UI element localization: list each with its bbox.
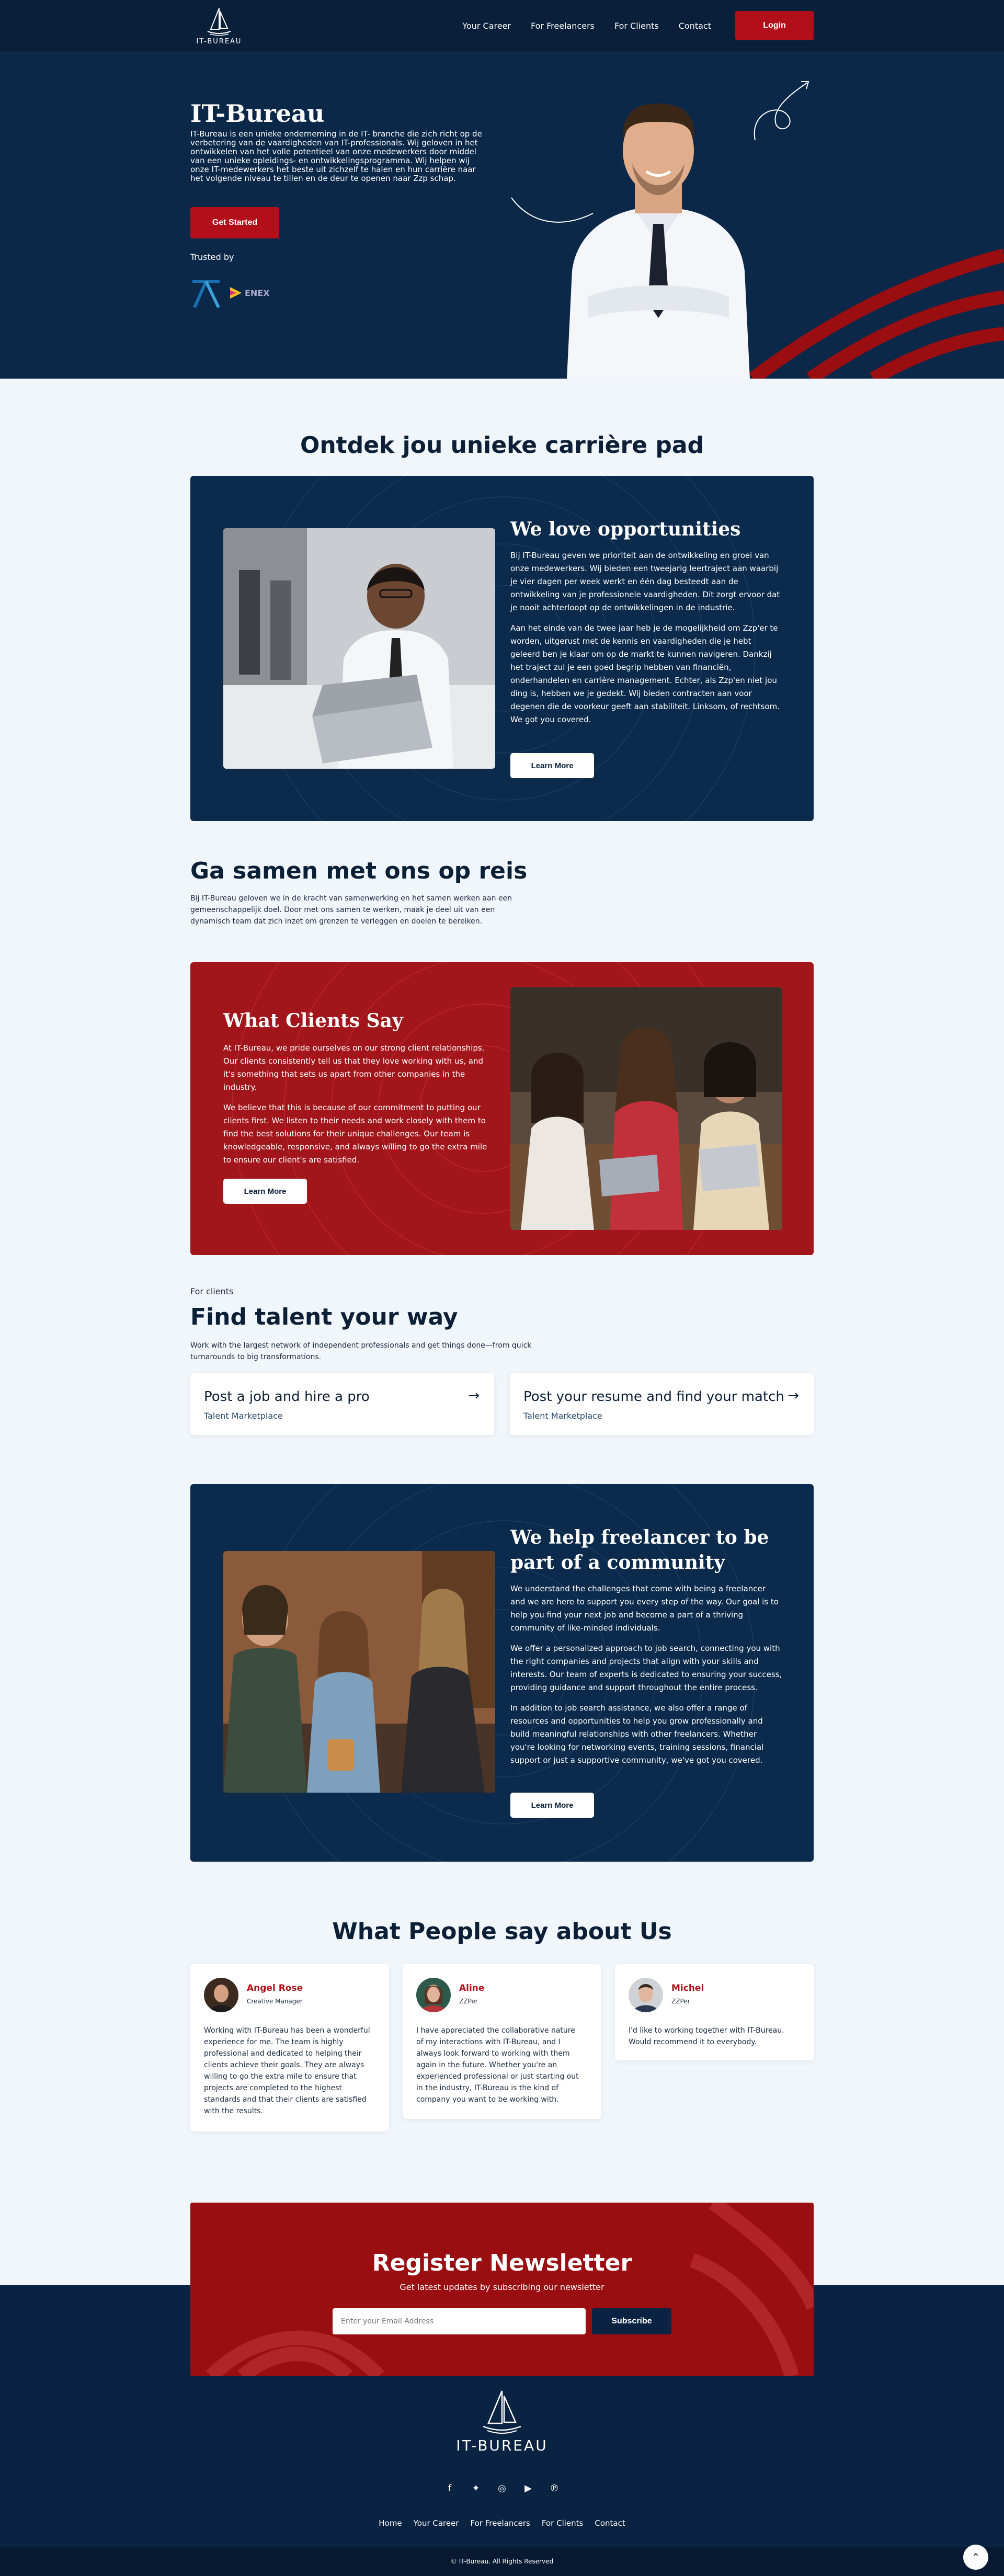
trusted-by-label: Trusted by [190,252,234,262]
footer-logo-text: IT-BUREAU [456,2437,548,2454]
card-paragraph: At IT-Bureau, we pride ourselves on our … [223,1043,485,1092]
youtube-icon[interactable]: ▶ [522,2483,534,2494]
for-clients-section: For clients Find talent your way Work wi… [190,1286,814,1435]
site-logo[interactable]: IT-BUREAU [190,2,248,49]
discover-heading: Ontdek jou unieke carrière pad [300,432,704,459]
testimonial-card: Michel ZZPer I'd like to working togethe… [615,1964,814,2060]
newsletter-title: Register Newsletter [372,2250,632,2276]
trusted-brands: ENEX [190,276,270,310]
card-title: What Clients Say [223,1010,403,1032]
footer-nav-for-clients[interactable]: For Clients [542,2518,583,2528]
partner-logo-icon [192,280,220,309]
reviewer-name: Aline [459,1983,485,1993]
newsletter-box: Register Newsletter Get latest updates b… [190,2203,814,2376]
card-paragraph: In addition to job search assistance, we… [510,1703,764,1765]
arrow-right-icon: → [788,1388,799,1404]
reviewer-role: ZZPer [671,1998,690,2005]
reviewer-name: Angel Rose [247,1983,303,1993]
twitter-icon[interactable]: ✦ [470,2483,482,2494]
newsletter-subtitle: Get latest updates by subscribing our ne… [400,2282,604,2292]
businessman-photo [567,104,750,379]
freelancer-community-card: We help freelancer to be part of a commu… [190,1484,814,1862]
learn-more-button[interactable]: Learn More [510,753,594,778]
footer-nav-for-freelancers[interactable]: For Freelancers [471,2518,530,2528]
footer-nav: Home Your Career For Freelancers For Cli… [0,2518,1004,2528]
eyebrow-label: For clients [190,1286,234,1296]
tile-title: Post your resume and find your match [523,1389,784,1405]
opportunities-card: We love opportunities Bij IT-Bureau geve… [190,476,814,821]
card-text: We understand the challenges that come w… [510,1582,782,1774]
nav-for-freelancers[interactable]: For Freelancers [531,21,595,31]
post-resume-tile[interactable]: Post your resume and find your match Tal… [510,1373,814,1435]
email-input[interactable] [333,2308,586,2334]
testimonial-text: I have appreciated the collaborative nat… [416,2026,579,2104]
footer-nav-your-career[interactable]: Your Career [414,2518,459,2528]
reviewer-role: Creative Manager [247,1998,303,2005]
hero-title: IT-Bureau [190,99,325,128]
hero-intro: IT-Bureau is een unieke onderneming in d… [190,129,482,183]
journey-section: Ga samen met ons op reis Bij IT-Bureau g… [190,858,814,927]
sailboat-logo-icon [483,2390,521,2434]
subscribe-button[interactable]: Subscribe [592,2308,671,2334]
testimonial-text: Working with IT-Bureau has been a wonder… [204,2026,370,2115]
post-job-tile[interactable]: Post a job and hire a pro Talent Marketp… [190,1373,494,1435]
get-started-button[interactable]: Get Started [190,207,279,238]
clients-heading: Find talent your way [190,1304,458,1330]
pinterest-icon[interactable]: ℗ [548,2483,561,2494]
testimonial-text: I'd like to working together with IT-Bur… [629,2026,784,2046]
arrow-right-icon: → [468,1388,480,1404]
logo-text: IT-BUREAU [196,37,242,45]
login-button[interactable]: Login [735,11,814,40]
scroll-to-top-button[interactable]: ⌃ [963,2545,988,2570]
copyright-bar: © IT-Bureau. All Rights Reserved [0,2547,1004,2576]
main-nav: Your Career For Freelancers For Clients … [462,11,814,40]
sailboat-logo-icon [207,8,231,36]
chevron-up-icon: ⌃ [971,2551,980,2563]
tile-title: Post a job and hire a pro [204,1389,370,1405]
card-paragraph: Aan het einde van de twee jaar heb je de… [510,623,780,724]
office-worker-photo [223,528,495,769]
card-paragraph: We offer a personalized approach to job … [510,1644,782,1692]
avatar [416,1978,451,2012]
card-title: We help freelancer to be part of a commu… [510,1526,769,1574]
testimonials-heading: What People say about Us [332,1918,672,1945]
tile-subtitle: Talent Marketplace [523,1411,602,1421]
group-discussion-photo [223,1551,495,1793]
hero-section: IT-Bureau IT-Bureau is een unieke ondern… [0,51,1004,379]
top-navbar: IT-BUREAU Your Career For Freelancers Fo… [0,0,1004,51]
testimonial-card: Aline ZZPer I have appreciated the colla… [403,1964,601,2119]
team-meeting-photo [510,987,782,1230]
card-text: Bij IT-Bureau geven we prioriteit aan de… [510,549,782,734]
avatar [204,1978,238,2012]
footer-logo[interactable]: IT-BUREAU [450,2389,554,2462]
card-paragraph: We believe that this is because of our c… [223,1103,487,1165]
clients-text: Work with the largest network of indepen… [190,1341,532,1361]
facebook-icon[interactable]: f [443,2483,456,2494]
footer-nav-contact[interactable]: Contact [595,2518,625,2528]
learn-more-button[interactable]: Learn More [510,1793,594,1818]
testimonial-card: Angel Rose Creative Manager Working with… [190,1964,389,2132]
card-paragraph: We understand the challenges that come w… [510,1584,779,1633]
social-links: f ✦ ◎ ▶ ℗ [0,2483,1004,2494]
reviewer-name: Michel [671,1983,704,1993]
enex-name: ENEX [245,288,270,298]
client-tiles: Post a job and hire a pro Talent Marketp… [190,1373,814,1435]
tile-subtitle: Talent Marketplace [204,1411,283,1421]
footer-nav-home[interactable]: Home [379,2518,402,2528]
learn-more-button[interactable]: Learn More [223,1179,307,1204]
card-text: At IT-Bureau, we pride ourselves on our … [223,1042,495,1174]
journey-heading: Ga samen met ons op reis [190,858,528,884]
card-title: We love opportunities [510,518,741,540]
journey-text: Bij IT-Bureau geloven we in de kracht va… [190,894,512,926]
nav-for-clients[interactable]: For Clients [614,21,659,31]
avatar [629,1978,663,2012]
nav-contact[interactable]: Contact [679,21,711,31]
enex-logo: ENEX [229,286,270,300]
reviewer-role: ZZPer [459,1998,478,2005]
enex-mark-icon [230,287,242,299]
clients-say-card: What Clients Say At IT-Bureau, we pride … [190,962,814,1255]
nav-your-career[interactable]: Your Career [462,21,511,31]
card-paragraph: Bij IT-Bureau geven we prioriteit aan de… [510,551,780,612]
instagram-icon[interactable]: ◎ [496,2483,508,2494]
